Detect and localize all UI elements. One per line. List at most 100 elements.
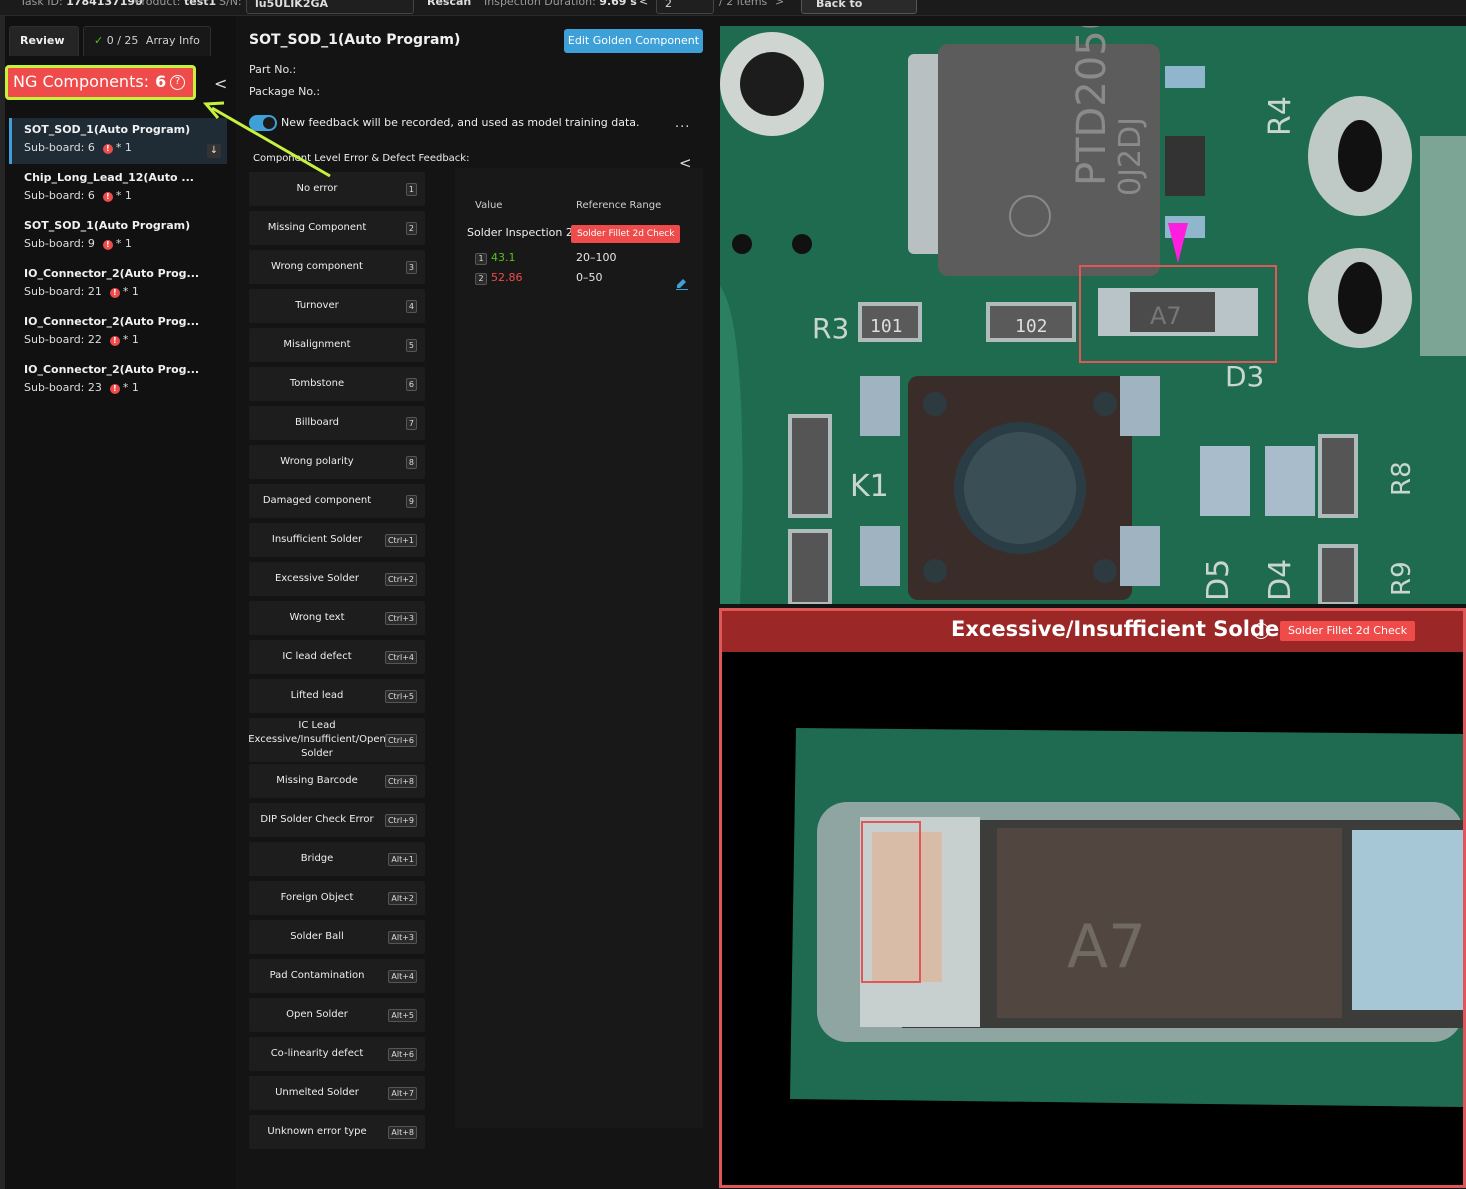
edit-threshold-icon[interactable] — [675, 276, 689, 294]
defect-button[interactable]: Wrong text Ctrl+3 — [249, 601, 425, 635]
shortcut-key: 7 — [405, 417, 417, 430]
defect-button[interactable]: Unmelted Solder Alt+7 — [249, 1076, 425, 1110]
ng-list-item[interactable]: IO_Connector_2(Auto Prog... Sub-board: 23… — [9, 358, 227, 404]
defect-button[interactable]: Missing Component 2 — [249, 211, 425, 245]
defect-button[interactable]: Unknown error type Alt+8 — [249, 1115, 425, 1149]
back-to-worklist-button[interactable]: Back to Worklist — [801, 0, 917, 14]
detail-header: Excessive/Insufficient Solder ? Solder F… — [722, 611, 1463, 652]
defect-button[interactable]: Excessive Solder Ctrl+2 — [249, 562, 425, 596]
defect-button[interactable]: Tombstone 6 — [249, 367, 425, 401]
rescan-button[interactable]: Rescan — [427, 0, 471, 8]
shortcut-key: 3 — [405, 261, 417, 274]
defect-button[interactable]: Solder Ball Alt+3 — [249, 920, 425, 954]
ng-list-item[interactable]: IO_Connector_2(Auto Prog... Sub-board: 21… — [9, 262, 227, 308]
tab-review[interactable]: Review — [9, 26, 79, 56]
inspection-badge: Solder Fillet 2d Check — [571, 225, 681, 243]
prev-page-button[interactable]: < — [639, 0, 648, 8]
sub-board-info: Sub-board: 23! * 1 — [24, 381, 139, 394]
defect-button[interactable]: Damaged component 9 — [249, 484, 425, 518]
shortcut-key: 2 — [405, 222, 417, 235]
defect-label: Pad Contamination — [269, 970, 365, 981]
defect-label: Excessive Solder — [274, 573, 359, 584]
ng-count: 6 — [155, 72, 167, 91]
shortcut-key: Ctrl+6 — [384, 734, 417, 747]
sn-input[interactable]: lu5ULIK2GA — [246, 0, 414, 14]
tab-array-info[interactable]: ✓ 0 / 25 Array Info — [83, 26, 211, 56]
error-icon: ! — [109, 336, 120, 346]
shortcut-key: Alt+4 — [388, 970, 417, 983]
shortcut-key: Ctrl+3 — [384, 612, 417, 625]
component-name: SOT_SOD_1(Auto Program) — [24, 219, 191, 232]
defect-button[interactable]: Co-linearity defect Alt+6 — [249, 1037, 425, 1071]
row-index: 2 — [475, 273, 487, 285]
defect-button[interactable]: Misalignment 5 — [249, 328, 425, 362]
shortcut-key: Ctrl+4 — [384, 651, 417, 664]
edit-golden-component-button[interactable]: Edit Golden Component — [564, 29, 703, 53]
defect-button[interactable]: Bridge Alt+1 — [249, 842, 425, 876]
defect-button[interactable]: Wrong polarity 8 — [249, 445, 425, 479]
download-icon[interactable]: ↓ — [207, 144, 221, 158]
detail-badge: Solder Fillet 2d Check — [1280, 621, 1416, 641]
defect-button[interactable]: Missing Barcode Ctrl+8 — [249, 764, 425, 798]
ng-list-item[interactable]: SOT_SOD_1(Auto Program) Sub-board: 9! * 1 — [9, 214, 227, 260]
defect-button[interactable]: Lifted lead Ctrl+5 — [249, 679, 425, 713]
defect-label: DIP Solder Check Error — [260, 814, 374, 825]
feedback-toggle[interactable] — [249, 115, 277, 131]
ng-list-item[interactable]: Chip_Long_Lead_12(Auto ... Sub-board: 6! *… — [9, 166, 227, 212]
defect-button[interactable]: DIP Solder Check Error Ctrl+9 — [249, 803, 425, 837]
board-label: D5 — [1201, 559, 1236, 601]
help-icon[interactable]: ? — [1253, 623, 1269, 639]
task-id-label: Task ID: 1784137190 — [20, 0, 143, 8]
defect-label: IC lead defect — [282, 651, 352, 662]
defect-label: Bridge — [300, 853, 334, 864]
array-info-label: Array Info — [145, 34, 200, 47]
collapse-left-panel-icon[interactable]: < — [214, 74, 227, 93]
sub-board-info: Sub-board: 9! * 1 — [24, 237, 132, 250]
board-label: D3 — [1225, 360, 1264, 393]
page-input[interactable]: 2 — [656, 0, 714, 14]
defect-label: Co-linearity defect — [270, 1048, 364, 1059]
board-label: PTD2050 — [1069, 26, 1115, 186]
defect-button[interactable]: Open Solder Alt+5 — [249, 998, 425, 1032]
defect-button[interactable]: Insufficient Solder Ctrl+1 — [249, 523, 425, 557]
inspection-name: Solder Inspection 2 — [467, 226, 573, 239]
defect-button[interactable]: IC lead defect Ctrl+4 — [249, 640, 425, 674]
component-name: IO_Connector_2(Auto Prog... — [24, 315, 200, 328]
value-row: 2 52.86 — [475, 271, 523, 285]
defect-label: Missing Barcode — [276, 775, 358, 786]
defect-button[interactable]: Foreign Object Alt+2 — [249, 881, 425, 915]
ng-list-item[interactable]: SOT_SOD_1(Auto Program) Sub-board: 6! * 1 ↓ — [9, 118, 227, 164]
defect-label: Turnover — [295, 300, 339, 311]
board-image[interactable]: PTD2050 0J2DJ R4 A7 D3 R3 101 102 K1 D5 — [720, 26, 1466, 604]
sub-board-info: Sub-board: 21! * 1 — [24, 285, 139, 298]
defect-label: Foreign Object — [280, 892, 354, 903]
shortcut-key: Ctrl+9 — [384, 814, 417, 827]
defect-label: Misalignment — [283, 339, 351, 350]
sn-label: S/N: — [219, 0, 242, 8]
defect-label: Damaged component — [262, 495, 372, 506]
array-count: 0 / 25 — [106, 34, 139, 47]
ng-list-item[interactable]: IO_Connector_2(Auto Prog... Sub-board: 22… — [9, 310, 227, 356]
reference-range: 0–50 — [576, 271, 603, 284]
defect-button[interactable]: Pad Contamination Alt+4 — [249, 959, 425, 993]
defect-label: Wrong component — [271, 261, 363, 272]
next-page-button[interactable]: > — [775, 0, 784, 8]
defect-button[interactable]: Wrong component 3 — [249, 250, 425, 284]
board-label: 101 — [870, 316, 903, 337]
defect-button[interactable]: Billboard 7 — [249, 406, 425, 440]
part-no-label: Part No.: — [249, 63, 297, 76]
defect-label: Wrong polarity — [280, 456, 354, 467]
inspection-detail: Value Reference Range Solder Inspection … — [455, 168, 703, 1128]
help-icon[interactable]: ? — [170, 75, 185, 90]
defect-detail-view[interactable]: Excessive/Insufficient Solder ? Solder F… — [719, 608, 1466, 1188]
board-label: R9 — [1387, 561, 1417, 596]
product-label: Product: test1 — [135, 0, 217, 8]
more-options-icon[interactable]: ... — [675, 116, 690, 131]
shortcut-key: Alt+2 — [388, 892, 417, 905]
component-zoom: A7 — [790, 728, 1463, 1107]
board-label: K1 — [850, 469, 889, 504]
reference-range-header: Reference Range — [576, 200, 662, 211]
defect-button[interactable]: IC Lead Excessive/Insufficient/Open Sold… — [248, 718, 425, 762]
defect-button[interactable]: Turnover 4 — [249, 289, 425, 323]
defect-button[interactable]: No error 1 — [249, 172, 425, 206]
